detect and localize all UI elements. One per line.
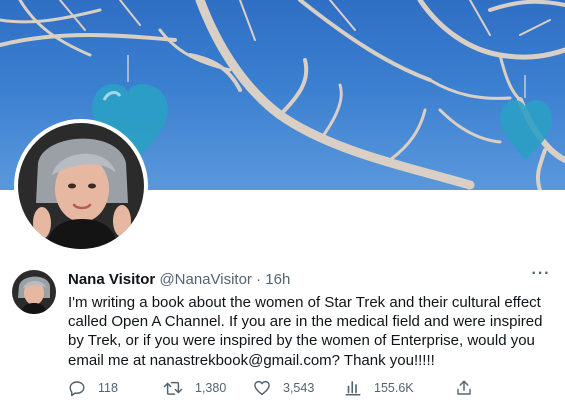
heart-icon (254, 380, 270, 396)
tweet-timestamp[interactable]: 16h (265, 271, 290, 288)
more-options-button[interactable]: ··· (528, 266, 554, 286)
separator-dot: · (256, 271, 262, 288)
views-button[interactable]: 155.6K (344, 378, 414, 398)
share-icon (457, 380, 471, 395)
tweet-author-avatar[interactable] (12, 270, 56, 314)
like-button[interactable]: 3,543 (253, 378, 314, 398)
reply-button[interactable]: 118 (68, 378, 118, 398)
retweet-count: 1,380 (195, 381, 227, 395)
author-display-name[interactable]: Nana Visitor (68, 271, 155, 288)
views-icon (345, 381, 361, 396)
profile-photo-image (18, 123, 144, 249)
share-button[interactable] (455, 378, 473, 398)
retweet-button[interactable]: 1,380 (163, 378, 226, 398)
retweet-icon (163, 381, 183, 395)
like-count: 3,543 (283, 381, 315, 395)
author-handle[interactable]: @NanaVisitor (159, 271, 252, 288)
tweet[interactable]: Nana Visitor @NanaVisitor · 16h ··· I'm … (0, 258, 565, 407)
author-photo-image (12, 270, 56, 314)
tweet-header: Nana Visitor @NanaVisitor · 16h (68, 271, 290, 289)
reply-count: 118 (98, 381, 118, 395)
tweet-actions: 118 1,380 3,543 155.6K (68, 378, 488, 398)
views-count: 155.6K (374, 381, 414, 395)
profile-avatar[interactable] (14, 119, 148, 253)
tweet-text: I'm writing a book about the women of St… (68, 294, 543, 369)
reply-icon (69, 381, 85, 397)
